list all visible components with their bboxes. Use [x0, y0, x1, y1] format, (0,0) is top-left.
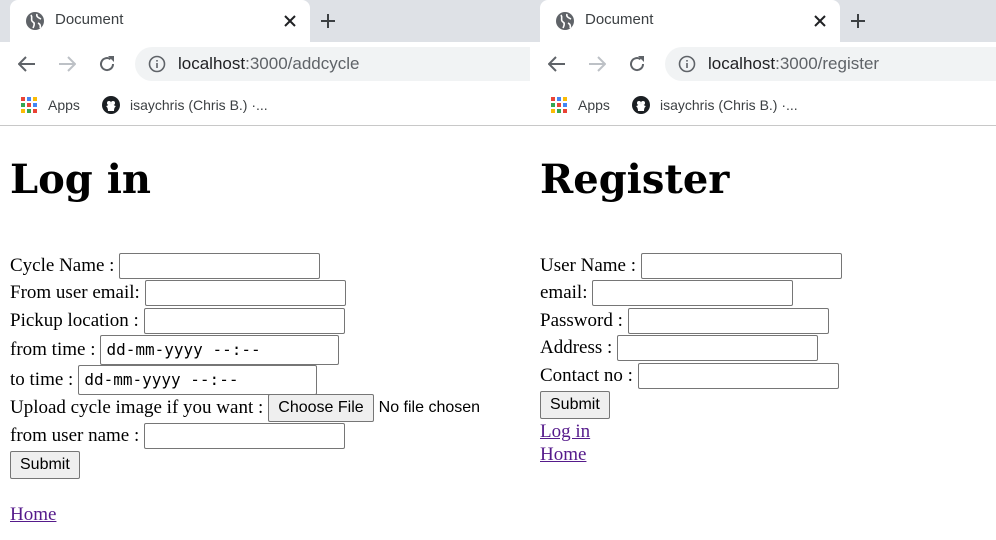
apps-grid-icon	[550, 96, 568, 114]
from-user-name-row: from user name :	[10, 422, 480, 450]
home-row: Home	[540, 444, 842, 466]
tab-title: Document	[585, 11, 654, 28]
bookmark-apps-label: Apps	[578, 97, 610, 113]
from-user-email-row: From user email:	[10, 280, 480, 308]
bookmark-github-label: isaychris (Chris B.) ·...	[660, 97, 798, 113]
to-time-row: to time : dd-mm-yyyy --:--	[10, 364, 480, 395]
address-bar[interactable]: localhost:3000/register	[665, 47, 996, 81]
address-bar[interactable]: localhost:3000/addcycle	[135, 47, 530, 81]
address-input[interactable]	[617, 335, 819, 362]
bookmark-apps[interactable]: Apps	[20, 95, 80, 115]
bookmark-github[interactable]: isaychris (Chris B.) ·...	[632, 95, 798, 115]
url-host: localhost	[708, 54, 776, 73]
from-user-email-label: From user email:	[10, 282, 140, 304]
submit-row: Submit	[10, 450, 480, 480]
pickup-location-label: Pickup location :	[10, 309, 139, 331]
url-host: localhost	[178, 54, 246, 73]
browser-window-register: Document localhost:3000/register Apps is…	[530, 0, 996, 540]
email-label: email:	[540, 282, 588, 304]
from-user-name-label: from user name :	[10, 424, 140, 446]
cycle-name-label: Cycle Name :	[10, 254, 115, 276]
home-link[interactable]: Home	[540, 444, 586, 466]
github-icon	[102, 96, 120, 114]
tab-document[interactable]: Document	[540, 0, 840, 42]
bookmarks-bar: Apps isaychris (Chris B.) ·...	[0, 86, 530, 126]
password-row: Password :	[540, 307, 842, 335]
contact-no-label: Contact no :	[540, 364, 633, 386]
contact-no-input[interactable]	[637, 362, 839, 389]
user-name-row: User Name :	[540, 252, 843, 280]
url-path: :3000/register	[775, 54, 880, 73]
cycle-name-row: Cycle Name :	[10, 252, 480, 280]
tab-strip: Document	[0, 0, 530, 42]
home-link[interactable]: Home	[10, 504, 56, 526]
info-icon[interactable]	[148, 55, 166, 73]
reload-icon[interactable]	[625, 52, 649, 76]
pickup-location-row: Pickup location :	[10, 307, 480, 335]
address-row: Address :	[540, 335, 842, 363]
to-time-input[interactable]: dd-mm-yyyy --:--	[78, 364, 318, 395]
register-form: User Name : email: Password : Address : …	[540, 252, 843, 466]
page-title: Log in	[10, 156, 151, 203]
bookmark-github-label: isaychris (Chris B.) ·...	[130, 97, 268, 113]
bookmark-apps[interactable]: Apps	[550, 95, 610, 115]
page-content: Log in Cycle Name : From user email: Pic…	[0, 127, 530, 540]
tab-document[interactable]: Document	[10, 0, 310, 42]
bookmark-apps-label: Apps	[48, 97, 80, 113]
page-content: Register User Name : email: Password : A…	[530, 127, 996, 540]
user-name-label: User Name :	[540, 254, 637, 276]
no-file-chosen-text: No file chosen	[378, 399, 481, 417]
globe-icon	[556, 12, 574, 30]
from-time-input[interactable]: dd-mm-yyyy --:--	[100, 334, 340, 365]
close-tab-icon[interactable]	[810, 11, 830, 31]
new-tab-icon[interactable]	[316, 9, 340, 33]
choose-file-button[interactable]: Choose File	[268, 394, 374, 423]
email-input[interactable]	[592, 280, 794, 307]
bookmarks-bar: Apps isaychris (Chris B.) ·...	[530, 86, 996, 126]
bookmark-github[interactable]: isaychris (Chris B.) ·...	[102, 95, 268, 115]
from-time-label: from time :	[10, 338, 96, 360]
url-path: :3000/addcycle	[245, 54, 360, 73]
login-row: Log in	[540, 420, 842, 444]
pickup-location-input[interactable]	[143, 307, 345, 334]
forward-arrow-icon[interactable]	[585, 52, 609, 76]
globe-icon	[26, 12, 44, 30]
home-row: Home	[10, 502, 480, 530]
github-icon	[632, 96, 650, 114]
reload-icon[interactable]	[95, 52, 119, 76]
from-user-name-input[interactable]	[144, 422, 346, 449]
password-label: Password :	[540, 309, 623, 331]
user-name-input[interactable]	[641, 252, 843, 279]
cycle-name-input[interactable]	[119, 252, 321, 279]
tab-strip: Document	[530, 0, 996, 42]
tab-title: Document	[55, 11, 124, 28]
url-text: localhost:3000/register	[708, 54, 879, 74]
add-cycle-form: Cycle Name : From user email: Pickup loc…	[10, 252, 480, 529]
from-time-row: from time : dd-mm-yyyy --:--	[10, 334, 480, 365]
url-text: localhost:3000/addcycle	[178, 54, 359, 74]
from-user-email-input[interactable]	[144, 280, 346, 307]
info-icon[interactable]	[678, 55, 696, 73]
upload-label: Upload cycle image if you want :	[10, 397, 264, 419]
apps-grid-icon	[20, 96, 38, 114]
password-input[interactable]	[627, 307, 829, 334]
close-tab-icon[interactable]	[280, 11, 300, 31]
toolbar: localhost:3000/register	[530, 42, 996, 86]
forward-arrow-icon[interactable]	[55, 52, 79, 76]
toolbar: localhost:3000/addcycle	[0, 42, 530, 86]
new-tab-icon[interactable]	[846, 9, 870, 33]
submit-button[interactable]: Submit	[10, 450, 80, 479]
browser-window-addcycle: Document localhost:3000/addcycle Apps is…	[0, 0, 530, 540]
upload-row: Upload cycle image if you want : Choose …	[10, 394, 481, 423]
to-time-label: to time :	[10, 368, 74, 390]
login-link[interactable]: Log in	[540, 421, 590, 443]
submit-row: Submit	[540, 390, 842, 420]
submit-button[interactable]: Submit	[540, 390, 610, 419]
back-arrow-icon[interactable]	[545, 52, 569, 76]
email-row: email:	[540, 280, 842, 308]
back-arrow-icon[interactable]	[15, 52, 39, 76]
page-title: Register	[540, 156, 730, 203]
address-label: Address :	[540, 337, 613, 359]
contact-no-row: Contact no :	[540, 362, 842, 390]
